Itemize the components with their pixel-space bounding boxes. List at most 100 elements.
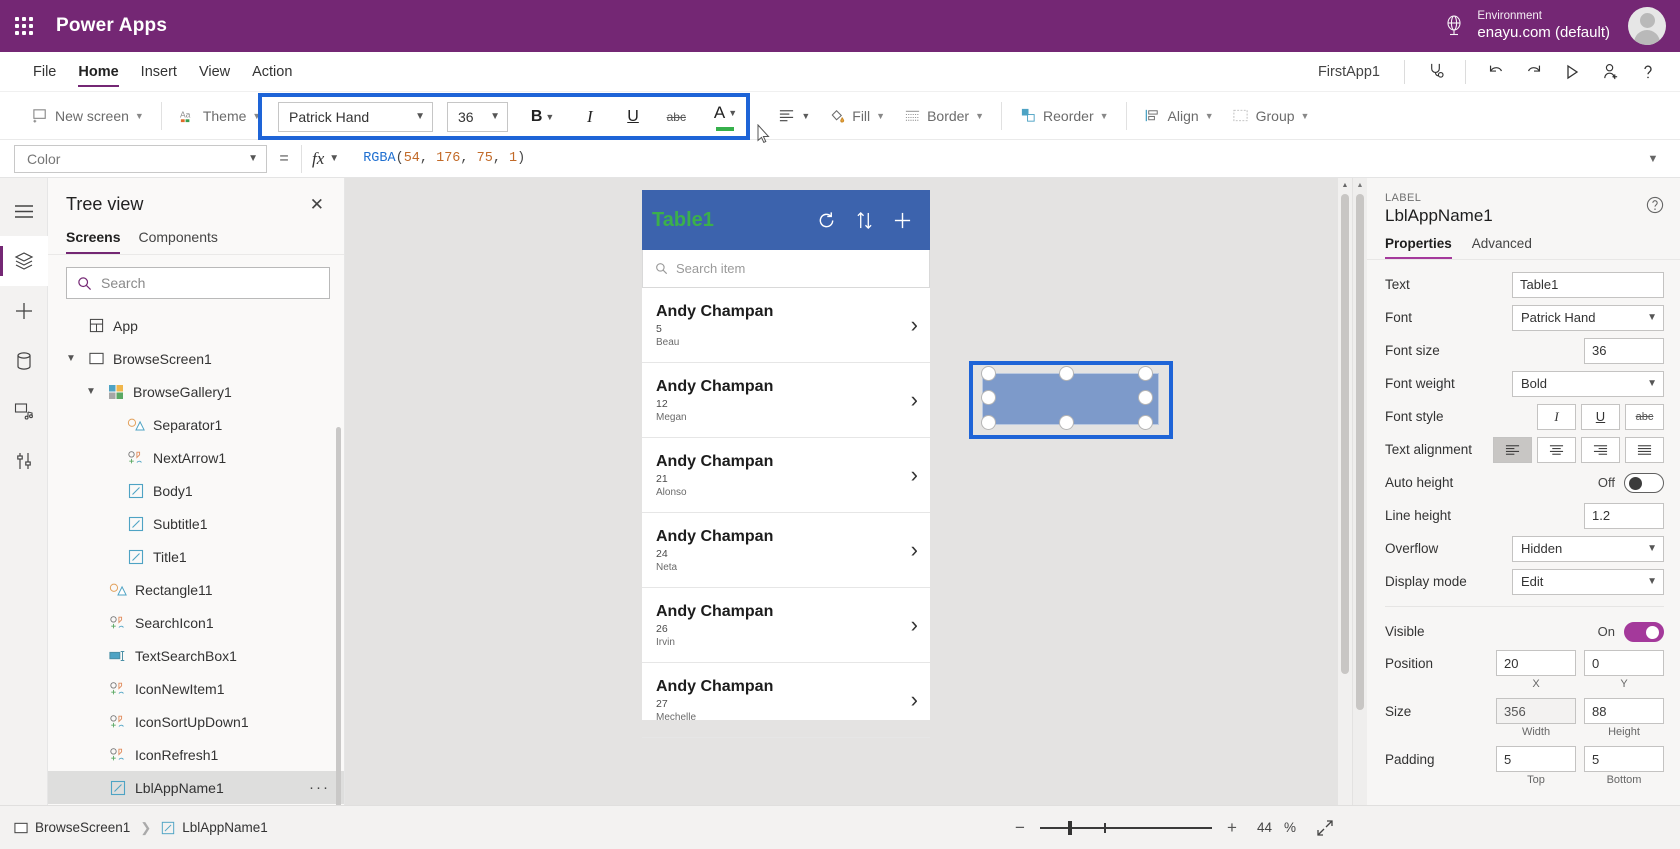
scroll-up-arrow-icon[interactable]: ▲ <box>1338 178 1352 192</box>
menu-item-action[interactable]: Action <box>241 52 303 91</box>
gallery-row[interactable]: Andy Champan 26 Irvin › <box>642 588 930 663</box>
avatar[interactable] <box>1628 7 1666 45</box>
font-weight-select[interactable]: Bold ▼ <box>1512 370 1664 397</box>
position-y-input[interactable]: 0 <box>1584 650 1664 676</box>
align-center-button[interactable] <box>1537 436 1576 463</box>
advanced-tools-icon[interactable] <box>0 436 48 486</box>
tree-item-searchicon1[interactable]: SearchIcon1 <box>48 606 344 639</box>
visible-toggle[interactable] <box>1624 621 1664 642</box>
next-arrow-icon[interactable]: › <box>911 687 918 713</box>
tab-screens[interactable]: Screens <box>66 223 121 254</box>
property-select[interactable]: Color ▼ <box>14 144 267 173</box>
hamburger-menu-icon[interactable] <box>0 186 48 236</box>
align-left-button[interactable] <box>1493 436 1532 463</box>
resize-handle-top-center[interactable] <box>1059 366 1074 381</box>
preview-play-icon[interactable] <box>1554 56 1590 88</box>
properties-scrollbar-thumb[interactable] <box>1356 194 1364 710</box>
close-icon[interactable]: ✕ <box>304 192 330 217</box>
align-button[interactable]: Align ▼ <box>1135 100 1223 132</box>
fit-to-screen-icon[interactable] <box>1308 819 1342 837</box>
tree-item-iconnewitem1[interactable]: IconNewItem1 <box>48 672 344 705</box>
strikethrough-button[interactable]: abc <box>1625 403 1664 430</box>
environment-info[interactable]: Environment enayu.com (default) <box>1477 9 1610 42</box>
gallery-row[interactable]: Andy Champan 5 Beau › <box>642 288 930 363</box>
line-height-input[interactable]: 1.2 <box>1584 502 1664 529</box>
zoom-in-button[interactable]: + <box>1224 818 1240 838</box>
theme-button[interactable]: Aa Theme ▼ <box>170 100 271 132</box>
menu-item-insert[interactable]: Insert <box>130 52 188 91</box>
tree-view-layers-icon[interactable] <box>0 236 48 286</box>
text-input[interactable]: Table1 <box>1512 271 1664 298</box>
share-user-icon[interactable] <box>1592 56 1628 88</box>
italic-button[interactable]: I <box>573 102 606 132</box>
resize-handle-bottom-left[interactable] <box>981 415 996 430</box>
search-input[interactable] <box>101 275 319 291</box>
position-x-input[interactable]: 20 <box>1496 650 1576 676</box>
size-height-input[interactable]: 88 <box>1584 698 1664 724</box>
help-question-icon[interactable] <box>1630 56 1666 88</box>
resize-handle-bottom-right[interactable] <box>1138 415 1153 430</box>
insert-plus-icon[interactable] <box>0 286 48 336</box>
tree-item-iconsortupdown1[interactable]: IconSortUpDown1 <box>48 705 344 738</box>
canvas-scrollbar-thumb[interactable] <box>1341 194 1349 674</box>
redo-icon[interactable] <box>1516 56 1552 88</box>
breadcrumb-lblappname1[interactable]: LblAppName1 <box>161 820 268 835</box>
next-arrow-icon[interactable]: › <box>911 612 918 638</box>
formula-input[interactable]: RGBA(54, 176, 75, 1) <box>349 145 1640 173</box>
size-width-input[interactable]: 356 <box>1496 698 1576 724</box>
menu-item-file[interactable]: File <box>22 52 67 91</box>
reorder-button[interactable]: Reorder ▼ <box>1010 100 1118 132</box>
search-box[interactable] <box>66 267 330 299</box>
chevron-down-icon[interactable]: ▼ <box>86 386 104 397</box>
app-screen-preview[interactable]: Table1 Search item Andy Champan 5 Beau ›… <box>642 190 930 738</box>
canvas-scrollbar[interactable]: ▲ <box>1338 178 1352 805</box>
more-options-icon[interactable]: ··· <box>309 779 330 796</box>
strikethrough-button[interactable]: abc <box>660 102 693 132</box>
next-arrow-icon[interactable]: › <box>911 462 918 488</box>
tree-item-iconrefresh1[interactable]: IconRefresh1 <box>48 738 344 771</box>
auto-height-toggle[interactable] <box>1624 472 1664 493</box>
next-arrow-icon[interactable]: › <box>911 537 918 563</box>
font-color-button[interactable]: A ▼ <box>705 102 746 132</box>
help-circle-icon[interactable] <box>1646 196 1664 214</box>
tree-scrollbar[interactable] <box>336 427 341 805</box>
zoom-slider[interactable] <box>1039 820 1212 836</box>
canvas-area[interactable]: Table1 Search item Andy Champan 5 Beau ›… <box>345 178 1352 805</box>
app-launcher-icon[interactable] <box>0 17 48 35</box>
scroll-up-arrow-icon[interactable]: ▲ <box>1353 178 1367 192</box>
next-arrow-icon[interactable]: › <box>911 387 918 413</box>
resize-handle-bottom-center[interactable] <box>1059 415 1074 430</box>
font-select[interactable]: Patrick Hand ▼ <box>1512 304 1664 331</box>
refresh-icon[interactable] <box>817 211 836 230</box>
font-size-select[interactable]: 36 ▼ <box>446 101 509 132</box>
tree-item-nextarrow1[interactable]: NextArrow1 <box>48 441 344 474</box>
media-icon[interactable] <box>0 386 48 436</box>
tree-item-title1[interactable]: Title1 <box>48 540 344 573</box>
breadcrumb-browsescreen1[interactable]: BrowseScreen1 <box>14 820 130 835</box>
zoom-slider-thumb[interactable] <box>1067 820 1072 835</box>
tree-item-separator1[interactable]: Separator1 <box>48 408 344 441</box>
border-button[interactable]: Border ▼ <box>894 100 993 132</box>
font-family-select[interactable]: Patrick Hand ▼ <box>278 101 433 132</box>
next-arrow-icon[interactable]: › <box>911 312 918 338</box>
group-button[interactable]: Group ▼ <box>1223 100 1319 132</box>
fill-button[interactable]: Fill ▼ <box>819 100 894 132</box>
add-plus-icon[interactable] <box>893 211 912 230</box>
tree-item-textsearchbox1[interactable]: TextSearchBox1 <box>48 639 344 672</box>
gallery-search-box[interactable]: Search item <box>642 250 930 288</box>
data-sources-icon[interactable] <box>0 336 48 386</box>
tab-components[interactable]: Components <box>138 223 217 254</box>
tree-item-browsegallery1[interactable]: ▼ BrowseGallery1 <box>48 375 344 408</box>
sort-updown-icon[interactable] <box>856 211 873 230</box>
resize-handle-top-left[interactable] <box>981 366 996 381</box>
bold-button[interactable]: B ▼ <box>522 102 563 132</box>
tree-item-subtitle1[interactable]: Subtitle1 <box>48 507 344 540</box>
padding-top-input[interactable]: 5 <box>1496 746 1576 772</box>
underline-button[interactable]: U <box>616 102 649 132</box>
gallery-row[interactable]: Andy Champan 21 Alonso › <box>642 438 930 513</box>
zoom-out-button[interactable]: − <box>1012 818 1028 838</box>
overflow-select[interactable]: Hidden ▼ <box>1512 535 1664 562</box>
menu-item-view[interactable]: View <box>188 52 241 91</box>
menu-item-home[interactable]: Home <box>67 52 129 91</box>
gallery-row[interactable]: Andy Champan 24 Neta › <box>642 513 930 588</box>
